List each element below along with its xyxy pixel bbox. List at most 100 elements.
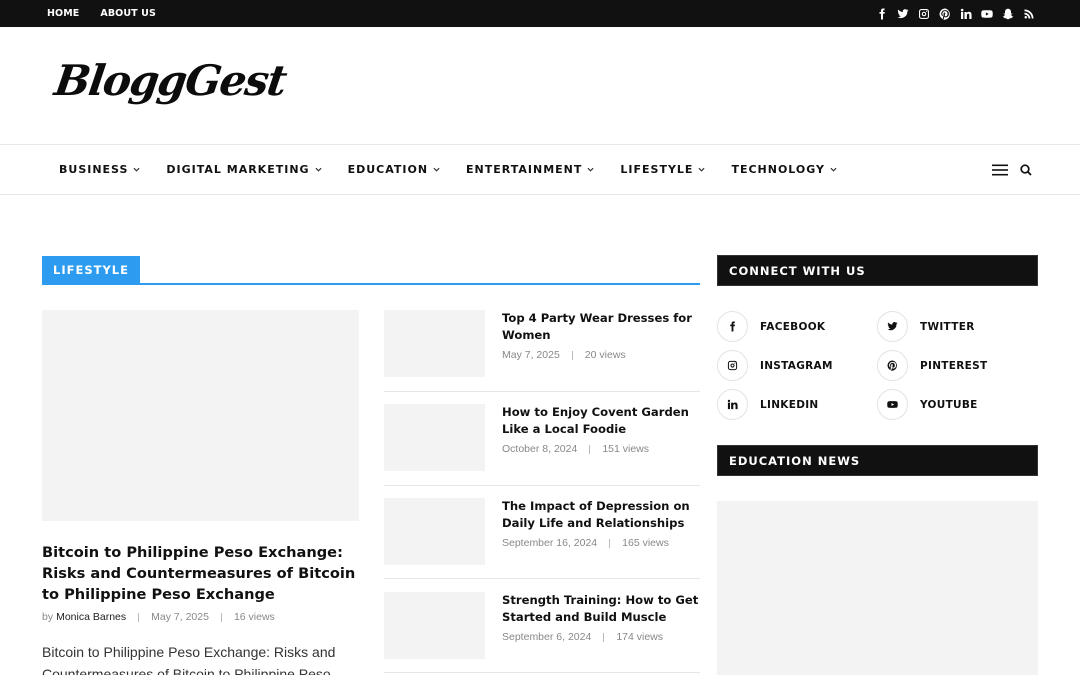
nav-item-label: ENTERTAINMENT [466, 163, 583, 176]
nav-item-business[interactable]: BUSINESS [59, 163, 140, 176]
social-link-facebook[interactable]: FACEBOOK [717, 311, 825, 342]
top-bar: HOME ABOUT US [0, 0, 1080, 27]
nav-item-label: TECHNOLOGY [731, 163, 826, 176]
author-link[interactable]: Monica Barnes [56, 611, 126, 623]
byline-prefix: by [42, 611, 54, 623]
linkedin-icon[interactable] [959, 7, 972, 20]
post-date: September 6, 2024 [502, 631, 592, 643]
chevron-down-icon [433, 166, 440, 173]
meta-separator [609, 538, 611, 548]
social-label: PINTEREST [920, 359, 988, 372]
post-views: 151 views [602, 443, 650, 455]
post-date: May 7, 2025 [151, 611, 209, 623]
post-title[interactable]: How to Enjoy Covent Garden Like a Local … [502, 404, 702, 438]
widget-title-connect: CONNECT WITH US [717, 255, 1038, 286]
nav-item-lifestyle[interactable]: LIFESTYLE [620, 163, 705, 176]
main-nav: BUSINESS DIGITAL MARKETING EDUCATION ENT… [59, 145, 863, 194]
social-link-twitter[interactable]: TWITTER [877, 311, 975, 342]
meta-separator [589, 444, 591, 454]
meta-separator [571, 350, 573, 360]
social-label: LINKEDIN [760, 398, 819, 411]
nav-divider [0, 194, 1080, 195]
top-nav-about-us[interactable]: ABOUT US [100, 8, 156, 19]
nav-tools [992, 145, 1032, 194]
post-date: October 8, 2024 [502, 443, 578, 455]
instagram-icon[interactable] [917, 7, 930, 20]
twitter-icon [877, 311, 908, 342]
chevron-down-icon [315, 166, 322, 173]
linkedin-icon [717, 389, 748, 420]
post-meta: May 7, 2025 20 views [502, 349, 626, 361]
section-tag-lifestyle[interactable]: LIFESTYLE [42, 256, 140, 283]
post-divider [384, 485, 700, 486]
list-item: Strength Training: How to Get Started an… [384, 592, 700, 675]
post-date: May 7, 2025 [502, 349, 560, 361]
social-label: FACEBOOK [760, 320, 826, 333]
social-link-instagram[interactable]: INSTAGRAM [717, 350, 833, 381]
top-nav-home[interactable]: HOME [47, 8, 79, 19]
post-meta: October 8, 2024 151 views [502, 443, 649, 455]
post-views: 20 views [584, 349, 626, 361]
list-item: Top 4 Party Wear Dresses for Women May 7… [384, 310, 700, 404]
list-item: How to Enjoy Covent Garden Like a Local … [384, 404, 700, 498]
featured-post-image[interactable] [42, 310, 359, 521]
post-divider [384, 578, 700, 579]
chevron-down-icon [698, 166, 705, 173]
post-title[interactable]: The Impact of Depression on Daily Life a… [502, 498, 702, 532]
post-thumbnail[interactable] [384, 592, 485, 659]
chevron-down-icon [830, 166, 837, 173]
post-thumbnail[interactable] [384, 498, 485, 565]
nav-item-digital-marketing[interactable]: DIGITAL MARKETING [166, 163, 322, 176]
nav-item-education[interactable]: EDUCATION [348, 163, 440, 176]
social-link-linkedin[interactable]: LINKEDIN [717, 389, 819, 420]
top-social-icons [875, 0, 1035, 27]
youtube-icon [877, 389, 908, 420]
post-divider [384, 391, 700, 392]
meta-separator [138, 612, 140, 622]
rss-icon[interactable] [1022, 7, 1035, 20]
twitter-icon[interactable] [896, 7, 909, 20]
post-thumbnail[interactable] [384, 310, 485, 377]
facebook-icon [717, 311, 748, 342]
meta-separator [220, 612, 222, 622]
education-news-image[interactable] [717, 501, 1038, 675]
youtube-icon[interactable] [980, 7, 993, 20]
facebook-icon[interactable] [875, 7, 888, 20]
featured-post-excerpt: Bitcoin to Philippine Peso Exchange: Ris… [42, 644, 336, 675]
post-meta: September 6, 2024 174 views [502, 631, 663, 643]
search-icon[interactable] [1020, 163, 1032, 176]
social-label: INSTAGRAM [760, 359, 833, 372]
chevron-down-icon [587, 166, 594, 173]
top-nav: HOME ABOUT US [47, 0, 156, 27]
social-label: YOUTUBE [920, 398, 978, 411]
social-link-pinterest[interactable]: PINTEREST [877, 350, 987, 381]
post-divider [384, 672, 700, 673]
section-heading: LIFESTYLE [42, 256, 700, 285]
post-date: September 16, 2024 [502, 537, 598, 549]
post-meta: September 16, 2024 165 views [502, 537, 669, 549]
nav-item-technology[interactable]: TECHNOLOGY [731, 163, 837, 176]
featured-post-title[interactable]: Bitcoin to Philippine Peso Exchange: Ris… [42, 542, 367, 605]
post-thumbnail[interactable] [384, 404, 485, 471]
nav-item-label: EDUCATION [347, 163, 429, 176]
post-views: 174 views [616, 631, 664, 643]
nav-item-entertainment[interactable]: ENTERTAINMENT [466, 163, 594, 176]
nav-item-label: BUSINESS [59, 163, 129, 176]
pinterest-icon[interactable] [938, 7, 951, 20]
post-title[interactable]: Top 4 Party Wear Dresses for Women [502, 310, 702, 344]
instagram-icon [717, 350, 748, 381]
social-label: TWITTER [920, 320, 975, 333]
nav-item-label: DIGITAL MARKETING [166, 163, 310, 176]
pinterest-icon [877, 350, 908, 381]
meta-separator [603, 632, 605, 642]
site-logo[interactable]: BloggGest [52, 56, 289, 105]
hamburger-menu-icon[interactable] [992, 164, 1008, 176]
nav-item-label: LIFESTYLE [620, 163, 694, 176]
post-views: 16 views [233, 611, 275, 623]
social-link-youtube[interactable]: YOUTUBE [877, 389, 978, 420]
snapchat-icon[interactable] [1001, 7, 1014, 20]
post-title[interactable]: Strength Training: How to Get Started an… [502, 592, 702, 626]
post-views: 165 views [622, 537, 669, 549]
featured-post-meta: by Monica Barnes May 7, 2025 16 views [42, 611, 275, 623]
chevron-down-icon [133, 166, 140, 173]
